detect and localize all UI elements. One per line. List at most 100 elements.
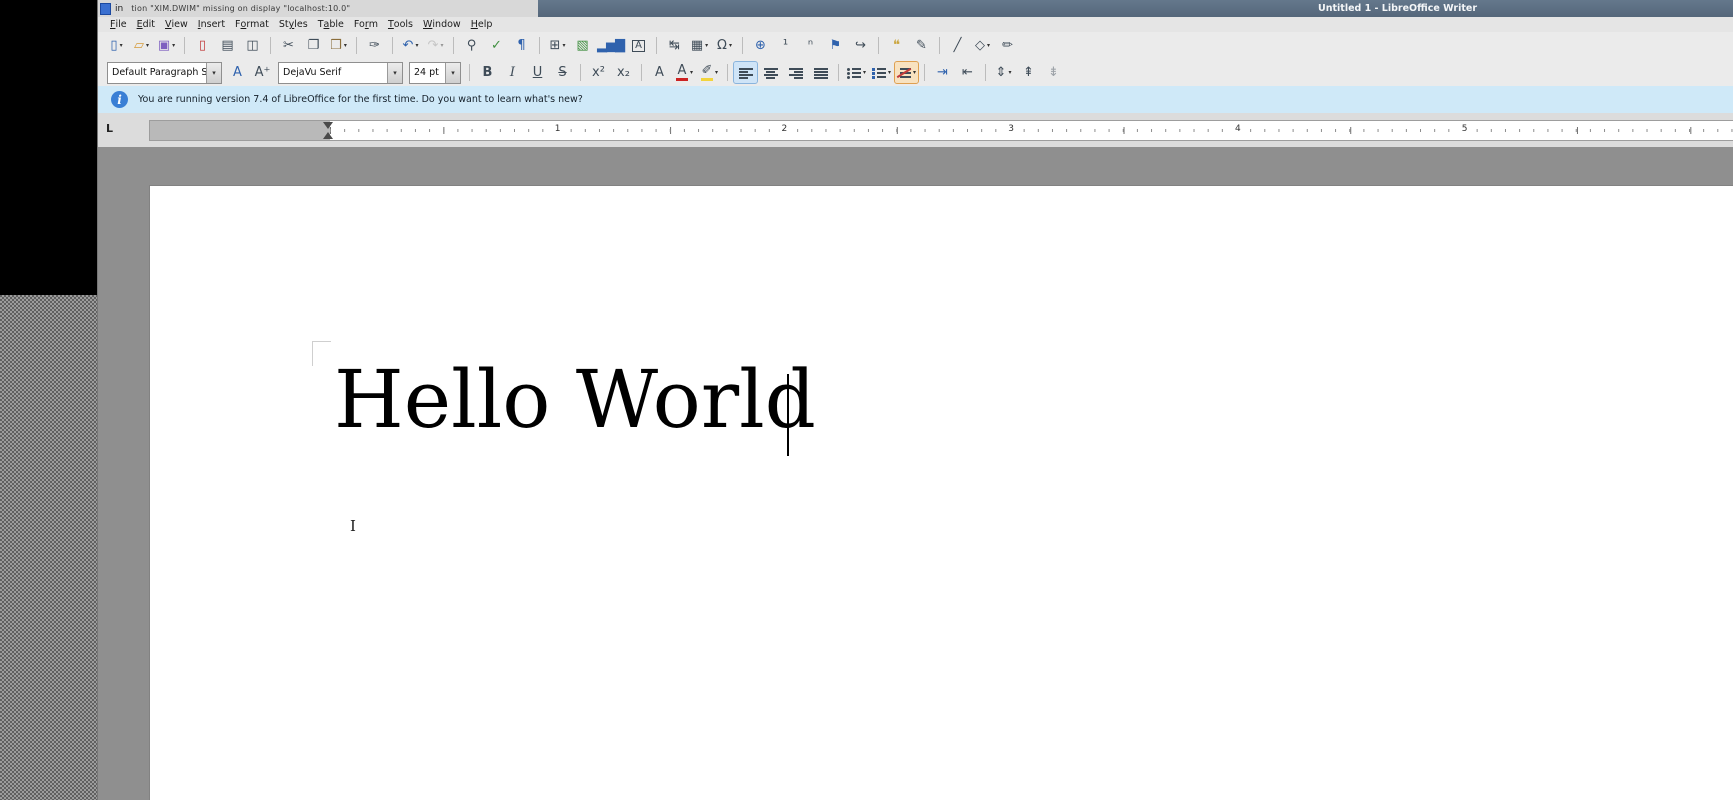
new-style-button[interactable]: A⁺	[251, 62, 274, 83]
insert-special-character-button[interactable]: Ω▾	[713, 35, 736, 56]
paste-button[interactable]: ❒▾	[327, 35, 350, 56]
horizontal-ruler[interactable]: 12345	[149, 120, 1733, 141]
spelling-button[interactable]: ✓	[485, 35, 508, 56]
spelling-icon: ✓	[491, 39, 502, 52]
copy-button[interactable]: ❐	[302, 35, 325, 56]
align-right-button[interactable]	[784, 62, 807, 83]
highlight-color-button[interactable]: ✐▾	[698, 62, 721, 83]
line-spacing-button[interactable]: ⇕▾	[992, 62, 1015, 83]
titlebar[interactable]: Untitled 1 - LibreOffice Writer	[538, 0, 1733, 17]
ordered-list-dropdown[interactable]: ▾	[888, 69, 891, 76]
insert-line-button[interactable]: ╱	[946, 35, 969, 56]
clone-formatting-button[interactable]: ✑	[363, 35, 386, 56]
new-document-dropdown[interactable]: ▾	[120, 42, 123, 49]
update-style-button[interactable]: A	[226, 62, 249, 83]
line-spacing-dropdown[interactable]: ▾	[1008, 69, 1011, 76]
insert-text-box-button[interactable]: A	[627, 35, 650, 56]
strikethrough-button[interactable]: S	[551, 62, 574, 83]
paste-dropdown[interactable]: ▾	[344, 42, 347, 49]
print-button[interactable]: ▤	[216, 35, 239, 56]
left-indent-marker[interactable]	[323, 132, 333, 139]
clear-direct-formatting-button[interactable]: A	[648, 62, 671, 83]
open-file-dropdown[interactable]: ▾	[146, 42, 149, 49]
bold-button[interactable]: B	[476, 62, 499, 83]
show-draw-functions-button[interactable]: ✏	[996, 35, 1019, 56]
insert-hyperlink-button[interactable]: ⊕	[749, 35, 772, 56]
insert-field-icon: ▦	[691, 39, 703, 52]
insert-cross-reference-button[interactable]: ↪	[849, 35, 872, 56]
insert-comment-button[interactable]: ❝	[885, 35, 908, 56]
basic-shapes-button[interactable]: ◇▾	[971, 35, 994, 56]
redo-dropdown[interactable]: ▾	[440, 42, 443, 49]
undo-button[interactable]: ↶▾	[399, 35, 422, 56]
superscript-button[interactable]: x²	[587, 62, 610, 83]
insert-field-dropdown[interactable]: ▾	[705, 42, 708, 49]
ordered-list-button[interactable]: ▾	[870, 62, 893, 83]
background-window[interactable]: in tion "XIM.DWIM" missing on display "l…	[98, 0, 538, 17]
unordered-list-dropdown[interactable]: ▾	[863, 69, 866, 76]
menu-styles[interactable]: Styles	[274, 17, 313, 32]
formatting-marks-button[interactable]: ¶	[510, 35, 533, 56]
subscript-button[interactable]: x₂	[612, 62, 635, 83]
new-document-button[interactable]: ▯▾	[105, 35, 128, 56]
export-pdf-button[interactable]: ▯	[191, 35, 214, 56]
redo-button[interactable]: ↷▾	[424, 35, 447, 56]
font-name-select[interactable]: DejaVu Serif▾	[278, 62, 403, 84]
underline-button[interactable]: U	[526, 62, 549, 83]
insert-chart-button[interactable]: ▂▅▇	[596, 35, 625, 56]
insert-table-button[interactable]: ⊞▾	[546, 35, 569, 56]
align-justify-button[interactable]	[809, 62, 832, 83]
first-line-indent-marker[interactable]	[323, 122, 333, 129]
no-list-button[interactable]: ▾	[895, 62, 918, 83]
find-and-replace-button[interactable]: ⚲	[460, 35, 483, 56]
insert-page-break-button[interactable]: ↹	[663, 35, 686, 56]
paragraph-style-select-dropdown[interactable]: ▾	[206, 63, 221, 83]
insert-bookmark-button[interactable]: ⚑	[824, 35, 847, 56]
paragraph-style-select[interactable]: Default Paragraph Style▾	[107, 62, 222, 84]
menu-file[interactable]: File	[105, 17, 132, 32]
menu-form[interactable]: Form	[349, 17, 383, 32]
decrease-paragraph-spacing-button[interactable]: ⇟	[1042, 62, 1065, 83]
track-changes-button[interactable]: ✎	[910, 35, 933, 56]
insert-table-dropdown[interactable]: ▾	[562, 42, 565, 49]
font-color-button[interactable]: A▾	[673, 62, 696, 83]
align-left-button[interactable]	[734, 62, 757, 83]
cut-button[interactable]: ✂	[277, 35, 300, 56]
increase-paragraph-spacing-button[interactable]: ⇞	[1017, 62, 1040, 83]
menu-tools[interactable]: Tools	[383, 17, 418, 32]
basic-shapes-dropdown[interactable]: ▾	[987, 42, 990, 49]
increase-indent-button[interactable]: ⇥	[931, 62, 954, 83]
insert-footnote-button[interactable]: ¹	[774, 35, 797, 56]
decrease-indent-button[interactable]: ⇤	[956, 62, 979, 83]
menu-format[interactable]: Format	[230, 17, 274, 32]
print-preview-button[interactable]: ◫	[241, 35, 264, 56]
save-button[interactable]: ▣▾	[155, 35, 178, 56]
font-color-dropdown[interactable]: ▾	[690, 69, 693, 76]
menu-help[interactable]: Help	[466, 17, 498, 32]
tab-stop-type-button[interactable]: L	[106, 123, 113, 134]
font-name-select-dropdown[interactable]: ▾	[387, 63, 402, 83]
menu-window[interactable]: Window	[418, 17, 466, 32]
unordered-list-button[interactable]: ▾	[845, 62, 868, 83]
insert-image-button[interactable]: ▧	[571, 35, 594, 56]
highlight-color-dropdown[interactable]: ▾	[715, 69, 718, 76]
open-file-button[interactable]: ▱▾	[130, 35, 153, 56]
undo-dropdown[interactable]: ▾	[415, 42, 418, 49]
menu-insert[interactable]: Insert	[193, 17, 230, 32]
document-page[interactable]: Hello World I	[149, 185, 1733, 800]
background-window-text: tion "XIM.DWIM" missing on display "loca…	[131, 4, 350, 13]
font-size-select-dropdown[interactable]: ▾	[445, 63, 460, 83]
toolbar-separator	[656, 37, 657, 54]
save-dropdown[interactable]: ▾	[172, 42, 175, 49]
no-list-dropdown[interactable]: ▾	[913, 69, 916, 76]
insert-field-button[interactable]: ▦▾	[688, 35, 711, 56]
insert-special-character-dropdown[interactable]: ▾	[729, 42, 732, 49]
font-size-select[interactable]: 24 pt▾	[409, 62, 461, 84]
menu-edit[interactable]: Edit	[132, 17, 160, 32]
menu-view[interactable]: View	[160, 17, 193, 32]
menu-table[interactable]: Table	[313, 17, 349, 32]
insert-endnote-button[interactable]: ⁿ	[799, 35, 822, 56]
ruler-number-2: 2	[780, 125, 790, 134]
align-center-button[interactable]	[759, 62, 782, 83]
italic-button[interactable]: I	[501, 62, 524, 83]
